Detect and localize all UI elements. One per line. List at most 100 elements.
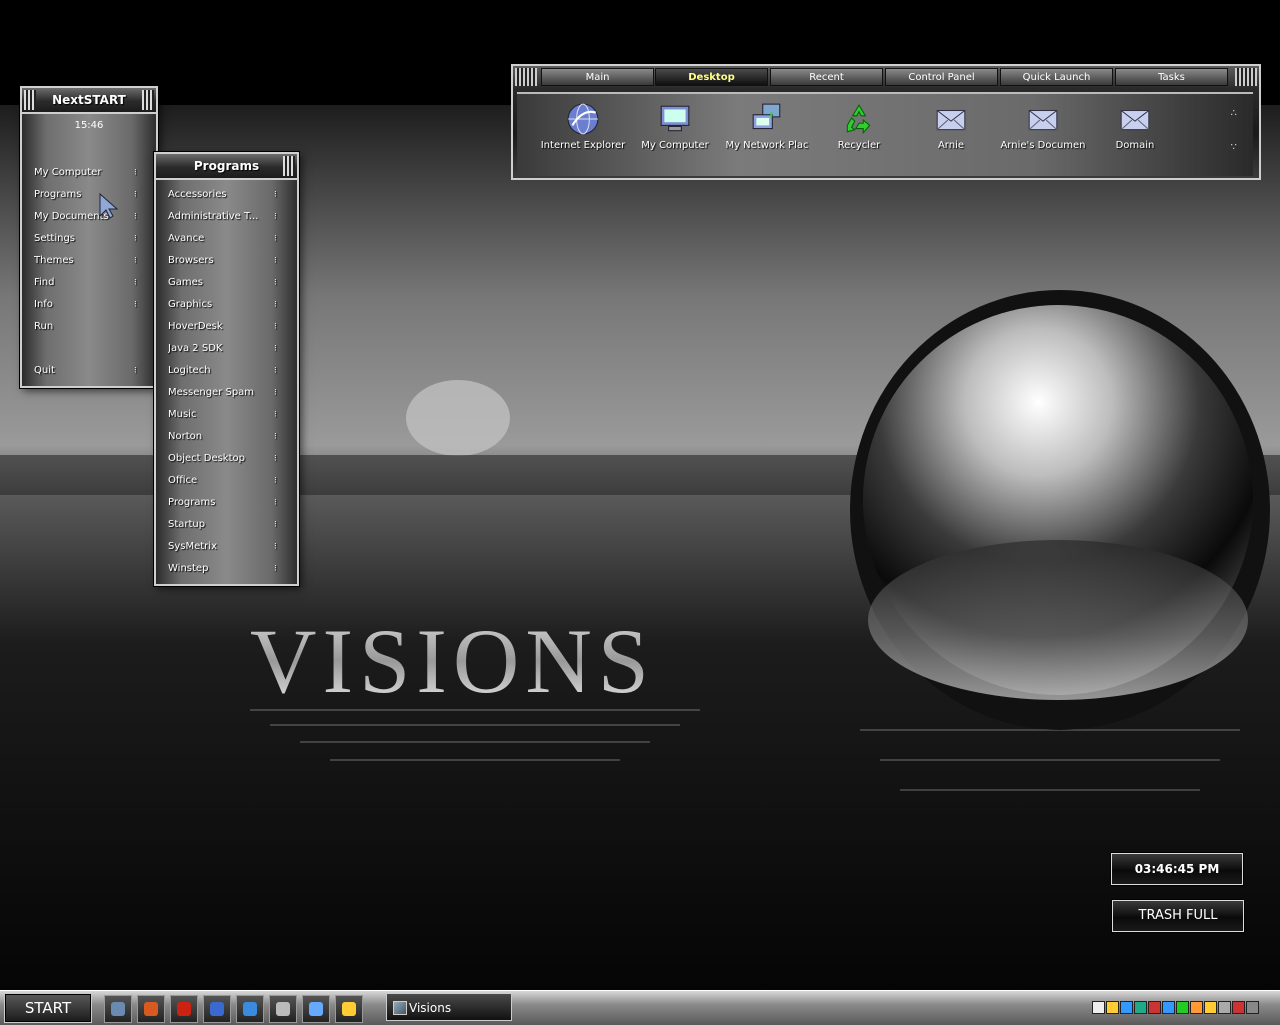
submenu-arrow-icon: ⁝ <box>274 388 277 398</box>
task-label: Visions <box>409 1001 452 1015</box>
recycle-icon <box>846 104 871 135</box>
submenu-arrow-icon: ⁝ <box>274 212 277 222</box>
scroll-up-icon[interactable]: ∴ <box>1231 108 1237 119</box>
network-icon <box>752 103 781 130</box>
tray-icon[interactable] <box>1218 1001 1231 1014</box>
programs-item-hoverdesk[interactable]: HoverDesk <box>168 318 260 336</box>
launcher-bar: Main Desktop Recent Control Panel Quick Laun… <box>511 64 1261 180</box>
desktop-shortcut-recycler[interactable]: Recycler <box>813 102 905 151</box>
desktop-shortcut-arnie-s-documen[interactable]: Arnie's Documen <box>997 102 1089 151</box>
nextstart-title: NextSTART <box>52 93 126 107</box>
submenu-arrow-icon: ⁝ <box>274 432 277 442</box>
tray-icon[interactable] <box>1134 1001 1147 1014</box>
submenu-arrow-icon: ⁝ <box>274 322 277 332</box>
trash-widget[interactable]: TRASH FULL <box>1112 900 1244 932</box>
tool-icon[interactable] <box>302 995 330 1023</box>
taskbar: START Visions <box>0 990 1280 1025</box>
submenu-arrow-icon: ⁝ <box>134 256 137 266</box>
tray-icon[interactable] <box>1246 1001 1259 1014</box>
submenu-arrow-icon: ⁝ <box>134 234 137 244</box>
calendar-icon[interactable] <box>269 995 297 1023</box>
tab-desktop[interactable]: Desktop <box>655 68 768 86</box>
submenu-arrow-icon: ⁝ <box>274 520 277 530</box>
programs-item-norton[interactable]: Norton <box>168 428 260 446</box>
programs-item-logitech[interactable]: Logitech <box>168 362 260 380</box>
monitor-icon <box>660 105 690 132</box>
nextstart-title-bar[interactable]: NextSTART <box>22 88 156 114</box>
programs-menu: Programs Accessories ⁝ Administrative T...… <box>154 152 299 586</box>
tray-icon[interactable] <box>1190 1001 1203 1014</box>
nextstart-item-my-computer[interactable]: My Computer <box>34 164 126 182</box>
shortcut-label: Arnie <box>937 140 965 151</box>
programs-item-avance[interactable]: Avance <box>168 230 260 248</box>
programs-item-startup[interactable]: Startup <box>168 516 260 534</box>
desktop-shortcut-domain[interactable]: Domain <box>1089 102 1181 151</box>
programs-item-office[interactable]: Office <box>168 472 260 490</box>
nextstart-item-run[interactable]: Run <box>34 318 126 336</box>
tab-recent[interactable]: Recent <box>770 68 883 86</box>
ie-alt-icon[interactable] <box>236 995 264 1023</box>
task-button-visions[interactable]: Visions <box>386 993 512 1021</box>
ie-icon[interactable] <box>203 995 231 1023</box>
mail-icon[interactable] <box>137 995 165 1023</box>
submenu-arrow-icon: ⁝ <box>274 300 277 310</box>
shortcut-label: Recycler <box>837 140 881 151</box>
tab-tasks[interactable]: Tasks <box>1115 68 1228 86</box>
clock-widget[interactable]: 03:46:45 PM <box>1111 853 1243 885</box>
programs-item-graphics[interactable]: Graphics <box>168 296 260 314</box>
submenu-arrow-icon: ⁝ <box>274 190 277 200</box>
desktop-shortcut-my-computer[interactable]: My Computer <box>629 102 721 151</box>
programs-item-music[interactable]: Music <box>168 406 260 424</box>
nextstart-item-settings[interactable]: Settings <box>34 230 126 248</box>
programs-item-object-desktop[interactable]: Object Desktop <box>168 450 260 468</box>
nextstart-item-find[interactable]: Find <box>34 274 126 292</box>
submenu-arrow-icon: ⁝ <box>274 498 277 508</box>
grip-left-icon[interactable] <box>515 68 537 86</box>
nextstart-item-info[interactable]: Info <box>34 296 126 314</box>
programs-item-sysmetrix[interactable]: SysMetrix <box>168 538 260 556</box>
tray-icon[interactable] <box>1092 1001 1105 1014</box>
desktop-shortcut-my-network-plac[interactable]: My Network Plac <box>721 102 813 151</box>
desktop-shortcut-arnie[interactable]: Arnie <box>905 102 997 151</box>
scroll-down-icon[interactable]: ∵ <box>1231 142 1237 153</box>
visions-wordmark: VISIONS <box>250 610 655 712</box>
submenu-arrow-icon: ⁝ <box>274 410 277 420</box>
desktop-icon[interactable] <box>104 995 132 1023</box>
tray-icon[interactable] <box>1232 1001 1245 1014</box>
envelope-icon <box>1028 109 1058 131</box>
start-button[interactable]: START <box>4 993 92 1023</box>
tab-main[interactable]: Main <box>541 68 654 86</box>
submenu-arrow-icon: ⁝ <box>274 366 277 376</box>
tray-icon[interactable] <box>1204 1001 1217 1014</box>
programs-item-browsers[interactable]: Browsers <box>168 252 260 270</box>
programs-item-messenger-spam[interactable]: Messenger Spam <box>168 384 260 402</box>
desktop-shortcut-internet-explorer[interactable]: Internet Explorer <box>537 102 629 151</box>
programs-title-bar[interactable]: Programs <box>156 154 297 180</box>
nextstart-item-themes[interactable]: Themes <box>34 252 126 270</box>
tray-icon[interactable] <box>1176 1001 1189 1014</box>
mouse-cursor-icon <box>99 192 119 219</box>
media-icon[interactable] <box>335 995 363 1023</box>
programs-item-administrative-t-[interactable]: Administrative T... <box>168 208 260 226</box>
programs-item-winstep[interactable]: Winstep <box>168 560 260 578</box>
grip-left-icon[interactable] <box>24 90 36 110</box>
tray-icon[interactable] <box>1120 1001 1133 1014</box>
grip-right-icon[interactable] <box>142 90 154 110</box>
app-icon[interactable] <box>170 995 198 1023</box>
tray-icon[interactable] <box>1148 1001 1161 1014</box>
programs-item-java-2-sdk[interactable]: Java 2 SDK <box>168 340 260 358</box>
nextstart-item-quit[interactable]: Quit <box>34 362 126 380</box>
grip-right-icon[interactable] <box>283 156 295 176</box>
grip-right-icon[interactable] <box>1235 68 1257 86</box>
tray-icon[interactable] <box>1162 1001 1175 1014</box>
programs-item-accessories[interactable]: Accessories <box>168 186 260 204</box>
shortcut-label: Domain <box>1115 140 1155 151</box>
submenu-arrow-icon: ⁝ <box>274 542 277 552</box>
tray-icon[interactable] <box>1106 1001 1119 1014</box>
tab-control-panel[interactable]: Control Panel <box>885 68 998 86</box>
programs-item-games[interactable]: Games <box>168 274 260 292</box>
programs-item-programs[interactable]: Programs <box>168 494 260 512</box>
tab-quick-launch[interactable]: Quick Launch <box>1000 68 1113 86</box>
submenu-arrow-icon: ⁝ <box>274 256 277 266</box>
submenu-arrow-icon: ⁝ <box>274 344 277 354</box>
